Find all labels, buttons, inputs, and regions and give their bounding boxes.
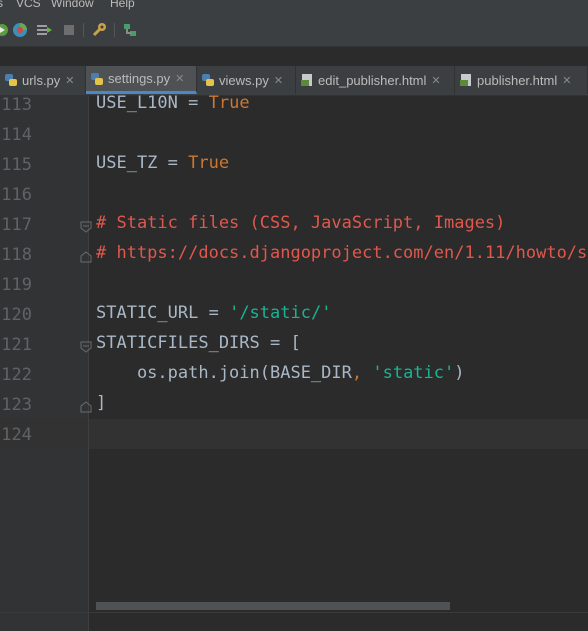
identifier: STATIC_URL <box>96 303 199 323</box>
run-list-icon[interactable] <box>36 22 52 38</box>
line-code: STATICFILES_DIRS = [ <box>96 333 301 353</box>
html-file-icon <box>300 73 314 87</box>
tab-label: edit_publisher.html <box>318 72 427 88</box>
line-code: USE_TZ = True <box>96 153 229 173</box>
menu-bar: s VCS Window Help <box>0 0 588 14</box>
comma: , <box>351 363 373 383</box>
tab-label: publisher.html <box>477 72 558 88</box>
code-line[interactable]: 121 STATICFILES_DIRS = [ <box>0 329 588 359</box>
code-line[interactable]: 120 STATIC_URL = '/static/' <box>0 299 588 329</box>
string-literal: '/static/' <box>229 303 332 323</box>
operator: = [ <box>259 333 301 353</box>
fold-icon[interactable] <box>80 248 92 263</box>
line-number: 117 <box>1 215 32 235</box>
keyword-true: True <box>208 93 250 113</box>
line-code: USE_L10N = True <box>96 93 250 113</box>
operator: = <box>157 153 189 173</box>
menu-item-window[interactable]: Window <box>51 0 94 10</box>
line-number: 122 <box>1 365 32 385</box>
code-line[interactable]: 113 USE_L10N = True <box>0 89 588 119</box>
horizontal-scrollbar[interactable] <box>96 602 450 610</box>
code-line[interactable]: 116 <box>0 179 588 209</box>
identifier: USE_L10N <box>96 93 178 113</box>
stop-icon[interactable] <box>61 22 77 38</box>
operator: = <box>177 93 209 113</box>
line-code: STATIC_URL = '/static/' <box>96 303 331 323</box>
code-line[interactable]: 122 os.path.join(BASE_DIR, 'static') <box>0 359 588 389</box>
close-icon[interactable]: ✕ <box>274 74 283 87</box>
run-debug-icon[interactable] <box>0 22 10 38</box>
line-number: 119 <box>1 275 32 295</box>
line-number: 116 <box>1 185 32 205</box>
line-number: 114 <box>1 125 32 145</box>
code-line[interactable]: 117 # Static files (CSS, JavaScript, Ima… <box>0 209 588 239</box>
python-file-icon <box>4 73 18 87</box>
tab-label: urls.py <box>22 72 61 88</box>
line-number: 113 <box>1 95 32 115</box>
python-file-icon <box>201 73 215 87</box>
fold-icon[interactable] <box>80 218 92 233</box>
code-line[interactable]: 119 <box>0 269 588 299</box>
identifier: USE_TZ <box>96 153 158 173</box>
toolbar-separator <box>114 23 115 37</box>
toolbar-separator <box>83 23 84 37</box>
close-icon[interactable]: ✕ <box>562 74 571 87</box>
operator: = <box>198 303 230 323</box>
code-line[interactable]: 118 # https://docs.djangoproject.com/en/… <box>0 239 588 269</box>
line-number: 123 <box>1 395 32 415</box>
fold-icon[interactable] <box>80 338 92 353</box>
line-number: 115 <box>1 155 32 175</box>
run-coverage-icon[interactable] <box>12 22 28 38</box>
line-number: 120 <box>1 305 32 325</box>
line-number: 121 <box>1 335 32 355</box>
html-file-icon <box>459 73 473 87</box>
tab-label: views.py <box>219 72 269 88</box>
close-icon[interactable]: ✕ <box>431 74 440 87</box>
code-line[interactable]: 114 <box>0 119 588 149</box>
python-file-icon <box>90 72 104 86</box>
settings-wrench-icon[interactable] <box>91 22 107 38</box>
tab-label: settings.py <box>108 71 171 86</box>
menu-item-vcs[interactable]: VCS <box>16 0 41 10</box>
menu-item-help[interactable]: Help <box>110 0 135 10</box>
keyword-true: True <box>188 153 230 173</box>
toolbar <box>0 14 588 47</box>
line-code: os.path.join(BASE_DIR, 'static') <box>96 363 465 383</box>
close-icon[interactable]: ✕ <box>175 72 184 85</box>
line-code: ] <box>96 393 107 413</box>
menu-item-partial[interactable]: s <box>0 0 3 10</box>
line-number: 118 <box>1 245 32 265</box>
code-line[interactable]: 123 ] <box>0 389 588 419</box>
fold-icon[interactable] <box>80 398 92 413</box>
code-line[interactable]: 115 USE_TZ = True <box>0 149 588 179</box>
structure-icon[interactable] <box>122 22 138 38</box>
string-literal: 'static' <box>372 363 455 383</box>
comment: # https://docs.djangoproject.com/en/1.11… <box>96 243 588 263</box>
line-number: 124 <box>1 425 32 445</box>
code-line-current[interactable]: 124 <box>0 419 588 449</box>
comment: # Static files (CSS, JavaScript, Images) <box>96 213 506 233</box>
close-paren: ) <box>454 363 465 383</box>
function-call: os.path.join(BASE_DIR <box>96 363 352 383</box>
close-icon[interactable]: ✕ <box>65 74 74 87</box>
editor-bottom-divider <box>0 612 588 613</box>
identifier: STATICFILES_DIRS <box>96 333 260 353</box>
